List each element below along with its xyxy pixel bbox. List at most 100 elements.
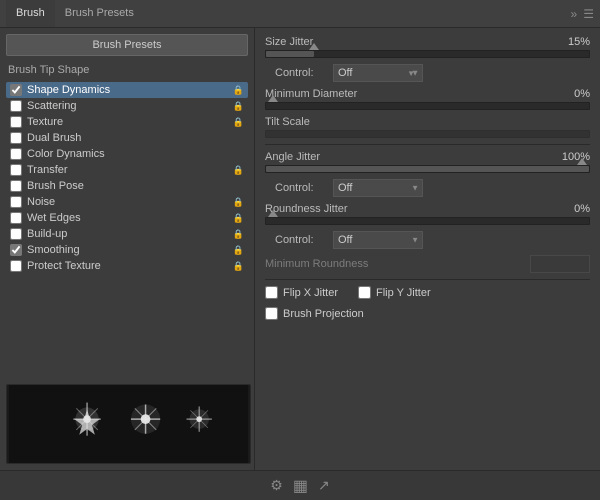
divider-1 [265, 144, 590, 145]
lock-icon-5: 🔒 [233, 165, 244, 176]
lock-icon-8: 🔒 [233, 213, 244, 224]
brush-item-brush-pose[interactable]: Brush Pose [6, 178, 248, 194]
size-jitter-fill [266, 51, 314, 57]
brush-item-label-3: Dual Brush [27, 132, 244, 144]
min-diameter-slider[interactable] [265, 102, 590, 110]
roundness-jitter-thumb[interactable] [268, 210, 278, 217]
flip-y-label: Flip Y Jitter [376, 287, 431, 299]
brush-item-label-5: Transfer [27, 164, 229, 176]
brush-item-label-8: Wet Edges [27, 212, 229, 224]
control-select-3[interactable]: Off Fade Pen Pressure [333, 231, 423, 249]
brush-item-checkbox-5[interactable] [10, 164, 22, 176]
control-select-2[interactable]: Off Fade Pen Pressure [333, 179, 423, 197]
brush-item-build-up[interactable]: Build-up 🔒 [6, 226, 248, 242]
min-roundness-row: Minimum Roundness [265, 255, 590, 273]
roundness-jitter-slider[interactable] [265, 217, 590, 225]
brush-item-label-11: Protect Texture [27, 260, 229, 272]
brush-panel: Brush Brush Presets » ☰ Brush Presets Br… [0, 0, 600, 500]
angle-jitter-fill [266, 166, 589, 172]
control-select-1[interactable]: Off Fade Pen Pressure Pen Tilt Stylus Wh… [333, 64, 423, 82]
brush-item-checkbox-7[interactable] [10, 196, 22, 208]
brush-item-wet-edges[interactable]: Wet Edges 🔒 [6, 210, 248, 226]
min-roundness-input[interactable] [530, 255, 590, 273]
tilt-scale-label: Tilt Scale [265, 116, 395, 128]
brush-item-checkbox-10[interactable] [10, 244, 22, 256]
tilt-scale-row: Tilt Scale [265, 116, 590, 128]
menu-icon[interactable]: ☰ [583, 7, 594, 21]
brush-projection-checkbox[interactable] [265, 307, 278, 320]
brush-item-label-6: Brush Pose [27, 180, 244, 192]
brush-presets-button[interactable]: Brush Presets [6, 34, 248, 56]
size-jitter-slider[interactable] [265, 50, 590, 58]
left-panel: Brush Presets Brush Tip Shape Shape Dyna… [0, 28, 255, 470]
tilt-scale-slider[interactable] [265, 130, 590, 138]
control-row-1: Control: Off Fade Pen Pressure Pen Tilt … [265, 64, 590, 82]
brush-item-label-10: Smoothing [27, 244, 229, 256]
brush-item-protect-texture[interactable]: Protect Texture 🔒 [6, 258, 248, 274]
min-diameter-value: 0% [555, 88, 590, 100]
brush-item-checkbox-8[interactable] [10, 212, 22, 224]
brush-item-label-9: Build-up [27, 228, 229, 240]
lock-icon-9: 🔒 [233, 229, 244, 240]
flip-x-checkbox[interactable] [265, 286, 278, 299]
control-row-3: Control: Off Fade Pen Pressure [265, 231, 590, 249]
flip-x-label: Flip X Jitter [283, 287, 338, 299]
tab-brush-presets[interactable]: Brush Presets [55, 0, 144, 27]
flip-y-checkbox[interactable] [358, 286, 371, 299]
brush-item-label-4: Color Dynamics [27, 148, 244, 160]
preview-area [6, 384, 251, 464]
brush-item-checkbox-6[interactable] [10, 180, 22, 192]
brush-item-checkbox-3[interactable] [10, 132, 22, 144]
brush-item-transfer[interactable]: Transfer 🔒 [6, 162, 248, 178]
content-area: Brush Presets Brush Tip Shape Shape Dyna… [0, 28, 600, 470]
brush-item-dual-brush[interactable]: Dual Brush [6, 130, 248, 146]
settings-icon[interactable]: ⚙ [270, 477, 283, 494]
brush-item-checkbox-11[interactable] [10, 260, 22, 272]
min-diameter-thumb[interactable] [268, 95, 278, 102]
brush-item-smoothing[interactable]: Smoothing 🔒 [6, 242, 248, 258]
brush-item-label-7: Noise [27, 196, 229, 208]
export-icon[interactable]: ↗ [318, 477, 330, 494]
brush-item-checkbox-2[interactable] [10, 116, 22, 128]
brush-item-checkbox-1[interactable] [10, 100, 22, 112]
min-diameter-label: Minimum Diameter [265, 88, 395, 100]
min-roundness-label: Minimum Roundness [265, 258, 395, 270]
brush-item-scattering[interactable]: Scattering🔒 [6, 98, 248, 114]
brush-item-shape-dynamics[interactable]: Shape Dynamics 🔒 [6, 82, 248, 98]
expand-icon[interactable]: » [571, 7, 578, 21]
control-select-wrapper-1: Off Fade Pen Pressure Pen Tilt Stylus Wh… [333, 64, 423, 82]
lock-icon-11: 🔒 [233, 261, 244, 272]
brush-item-checkbox-9[interactable] [10, 228, 22, 240]
brush-item-checkbox-4[interactable] [10, 148, 22, 160]
brush-item-checkbox-0[interactable] [10, 84, 22, 96]
roundness-jitter-value: 0% [555, 203, 590, 215]
lock-icon-1: 🔒 [233, 101, 244, 112]
flip-x-row: Flip X Jitter [265, 286, 338, 299]
control-row-2: Control: Off Fade Pen Pressure [265, 179, 590, 197]
lock-icon-7: 🔒 [233, 197, 244, 208]
brush-item-noise[interactable]: Noise 🔒 [6, 194, 248, 210]
roundness-jitter-label: Roundness Jitter [265, 203, 395, 215]
size-jitter-value: 15% [555, 36, 590, 48]
brush-tip-shape-title: Brush Tip Shape [6, 64, 248, 76]
lock-icon-0: 🔒 [233, 85, 244, 96]
size-jitter-thumb[interactable] [309, 43, 319, 50]
brush-item-color-dynamics[interactable]: Color Dynamics [6, 146, 248, 162]
control-select-wrapper-3: Off Fade Pen Pressure [333, 231, 423, 249]
tab-icons: » ☰ [571, 7, 594, 21]
flip-row: Flip X Jitter Flip Y Jitter [265, 286, 590, 303]
brush-item-label-2: Texture [27, 116, 229, 128]
grid-icon[interactable]: ▦ [293, 476, 308, 496]
tab-bar: Brush Brush Presets » ☰ [0, 0, 600, 28]
brush-projection-label: Brush Projection [283, 308, 364, 320]
min-diameter-row: Minimum Diameter 0% [265, 88, 590, 100]
size-jitter-label: Size Jitter [265, 36, 395, 48]
angle-jitter-thumb[interactable] [577, 158, 587, 165]
lock-icon-10: 🔒 [233, 245, 244, 256]
tab-brush[interactable]: Brush [6, 0, 55, 27]
angle-jitter-slider[interactable] [265, 165, 590, 173]
brush-projection-row: Brush Projection [265, 307, 590, 320]
brush-item-label-0: Shape Dynamics [27, 84, 229, 96]
brush-item-texture[interactable]: Texture🔒 [6, 114, 248, 130]
control-label-2: Control: [275, 182, 325, 194]
